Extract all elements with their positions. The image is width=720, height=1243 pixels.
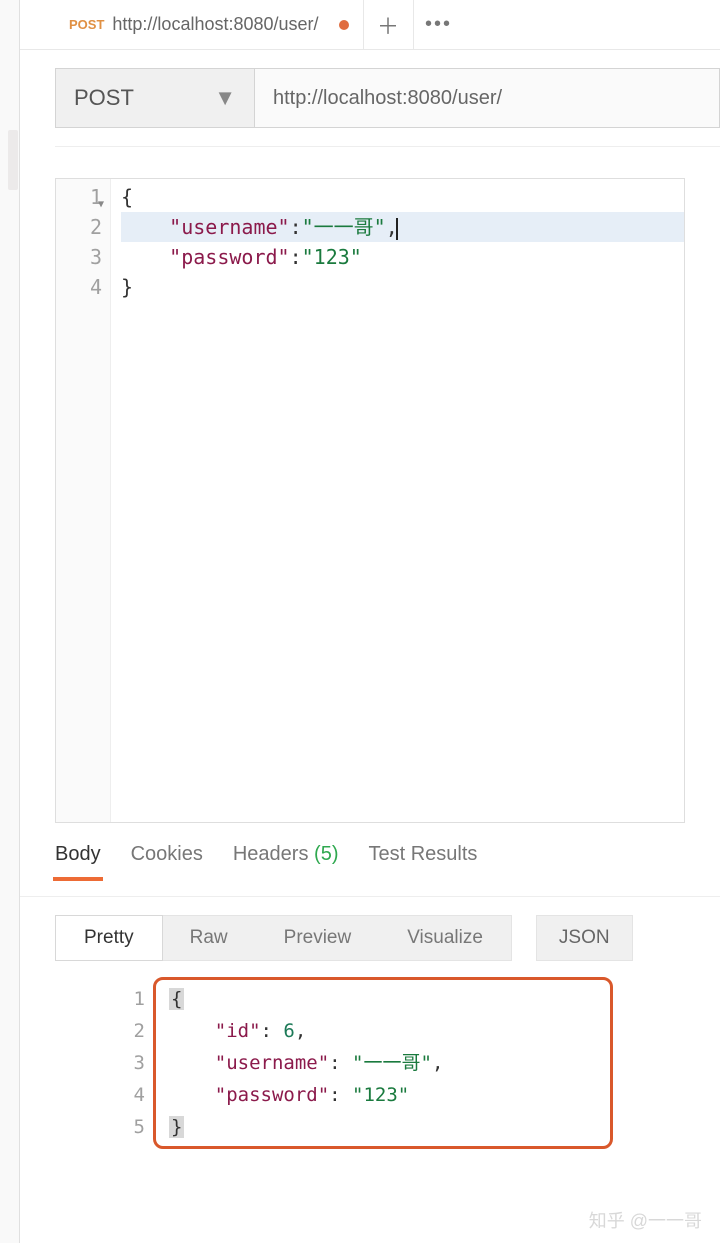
gutter-line: 2 [56, 212, 102, 242]
watermark-text: 知乎 @一一哥 [589, 1207, 702, 1233]
response-line[interactable]: "password": "123" [169, 1079, 685, 1111]
unsaved-dot-icon [339, 20, 349, 30]
response-headers-count: (5) [314, 843, 338, 865]
body-type-options-row [55, 146, 720, 172]
gutter-line: 5 [55, 1111, 145, 1143]
tab-method-badge: POST [69, 17, 104, 32]
editor-code-area[interactable]: { "username":"一一哥", "password":"123"} [111, 179, 684, 822]
response-line[interactable]: { [169, 983, 685, 1015]
gutter-line: 1▼ [56, 182, 102, 212]
response-line[interactable]: "id": 6, [169, 1015, 685, 1047]
response-tab-headers[interactable]: Headers (5) [233, 843, 339, 880]
response-gutter: 12345 [55, 979, 155, 1143]
new-tab-button[interactable]: ＋ [364, 0, 414, 49]
request-body-editor[interactable]: 1▼234 { "username":"一一哥", "password":"12… [55, 178, 685, 823]
response-line[interactable]: } [169, 1111, 685, 1143]
tab-bar: POST http://localhost:8080/user/ ＋ ••• [20, 0, 720, 50]
code-line[interactable]: "username":"一一哥", [121, 212, 684, 242]
gutter-line: 2 [55, 1015, 145, 1047]
response-tab-headers-label: Headers [233, 843, 309, 865]
http-method-label: POST [74, 85, 134, 111]
response-format-select[interactable]: JSON [536, 915, 633, 961]
viewmode-raw[interactable]: Raw [162, 916, 256, 960]
response-tab-body[interactable]: Body [55, 843, 101, 880]
gutter-line: 3 [56, 242, 102, 272]
viewmode-pretty[interactable]: Pretty [55, 915, 163, 961]
response-body-viewer: 12345 { "id": 6, "username": "一一哥", "pas… [55, 979, 685, 1143]
caret-down-icon: ▼ [214, 85, 236, 111]
request-row: POST ▼ [20, 50, 720, 146]
response-code-area[interactable]: { "id": 6, "username": "一一哥", "password"… [155, 979, 685, 1143]
sidebar-handle[interactable] [8, 130, 18, 190]
viewmode-preview[interactable]: Preview [256, 916, 380, 960]
gutter-line: 4 [55, 1079, 145, 1111]
response-line[interactable]: "username": "一一哥", [169, 1047, 685, 1079]
response-tab-testresults[interactable]: Test Results [368, 843, 477, 880]
text-cursor [396, 218, 398, 240]
code-line[interactable]: } [121, 272, 684, 302]
http-method-select[interactable]: POST ▼ [55, 68, 255, 128]
gutter-line: 4 [56, 272, 102, 302]
left-sidebar-sliver [0, 0, 20, 1243]
editor-gutter: 1▼234 [56, 179, 111, 822]
viewmode-visualize[interactable]: Visualize [379, 916, 511, 960]
tab-url-label: http://localhost:8080/user/ [112, 14, 318, 35]
request-url-input[interactable] [255, 68, 720, 128]
response-tab-cookies[interactable]: Cookies [131, 843, 203, 880]
response-viewmode-row: Pretty Raw Preview Visualize JSON [20, 897, 720, 979]
response-tabs: Body Cookies Headers (5) Test Results [20, 823, 720, 897]
code-line[interactable]: { [121, 182, 684, 212]
gutter-line: 3 [55, 1047, 145, 1079]
code-line[interactable]: "password":"123" [121, 242, 684, 272]
tab-overflow-button[interactable]: ••• [414, 0, 464, 49]
gutter-line: 1 [55, 983, 145, 1015]
request-tab[interactable]: POST http://localhost:8080/user/ [55, 0, 364, 49]
response-viewmode-group: Pretty Raw Preview Visualize [55, 915, 512, 961]
